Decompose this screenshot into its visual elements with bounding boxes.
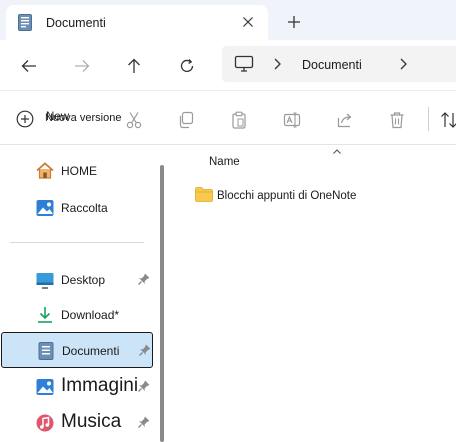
list-item-label: Blocchi appunti di OneNote	[217, 190, 357, 202]
sidebar-item-desktop[interactable]: Desktop	[1, 262, 153, 298]
tab-documenti[interactable]: Documenti	[6, 5, 268, 40]
sidebar-item-label: Raccolta	[61, 201, 108, 215]
pin-icon[interactable]	[137, 272, 151, 286]
address-bar[interactable]: Documenti	[222, 46, 456, 82]
pin-icon[interactable]	[137, 379, 151, 393]
sidebar-item-home[interactable]: HOME	[1, 153, 153, 189]
pin-icon[interactable]	[138, 343, 152, 357]
file-list: Name Blocchi appunti di OneNote	[168, 145, 456, 442]
sidebar-item-immagini[interactable]: Immagini	[1, 369, 153, 405]
tab-title: Documenti	[46, 16, 106, 30]
copy-icon[interactable]	[175, 109, 197, 131]
list-item[interactable]: Blocchi appunti di OneNote	[192, 185, 442, 207]
download-icon	[35, 305, 55, 325]
arrow-left-icon	[21, 60, 36, 72]
sidebar-item-label: Download*	[61, 308, 120, 322]
up-button[interactable]	[121, 53, 147, 79]
sidebar-item-raccolta[interactable]: Raccolta	[1, 190, 153, 226]
sidebar-item-musica[interactable]: Musica	[1, 405, 153, 441]
sort-icon[interactable]	[438, 109, 456, 131]
documents-icon	[36, 341, 56, 361]
computer-icon[interactable]	[234, 55, 254, 73]
navigation-bar: Documenti	[0, 40, 456, 90]
close-icon[interactable]	[238, 12, 258, 32]
new-label: New	[46, 111, 70, 123]
folder-icon	[195, 187, 213, 202]
desktop-icon	[35, 270, 55, 290]
tab-bar: Documenti	[0, 0, 456, 40]
sidebar-item-label: Desktop	[61, 273, 106, 287]
delete-icon[interactable]	[386, 109, 408, 131]
sidebar-item-label: Immagini	[61, 375, 139, 396]
back-button[interactable]	[16, 53, 42, 79]
column-header-name[interactable]: Name	[209, 156, 240, 168]
refresh-icon	[180, 59, 194, 73]
add-circle-icon	[16, 110, 34, 128]
arrow-right-icon	[75, 60, 90, 72]
sidebar-item-label: Documenti	[62, 344, 120, 358]
documents-icon	[18, 14, 32, 31]
forward-button[interactable]	[69, 53, 95, 79]
new-tab-button[interactable]	[283, 11, 305, 33]
address-segment[interactable]: Documenti	[302, 58, 362, 72]
gallery-icon	[35, 198, 55, 218]
share-icon[interactable]	[334, 109, 356, 131]
pin-icon[interactable]	[137, 415, 151, 429]
paste-icon[interactable]	[228, 109, 250, 131]
chevron-right-icon[interactable]	[272, 57, 282, 71]
chevron-up-icon	[332, 143, 342, 154]
rename-icon[interactable]	[281, 109, 303, 131]
cut-icon[interactable]	[123, 109, 145, 131]
music-icon	[35, 413, 55, 433]
sidebar: HOME Raccolta Desktop Download* Document…	[0, 145, 160, 442]
chevron-right-icon[interactable]	[398, 57, 408, 71]
command-bar: New	[0, 90, 456, 145]
sidebar-divider	[10, 242, 144, 243]
pictures-icon	[35, 377, 55, 397]
sidebar-item-documenti[interactable]: Documenti	[1, 332, 153, 368]
sidebar-item-label: Musica	[61, 411, 122, 432]
sidebar-item-download[interactable]: Download*	[1, 297, 153, 333]
home-icon	[35, 161, 55, 181]
new-button[interactable]: New	[14, 107, 122, 133]
sidebar-item-label: HOME	[61, 164, 97, 178]
sidebar-scrollbar[interactable]	[160, 165, 164, 442]
refresh-button[interactable]	[174, 53, 200, 79]
arrow-up-icon	[128, 58, 140, 73]
toolbar-divider	[428, 107, 429, 131]
